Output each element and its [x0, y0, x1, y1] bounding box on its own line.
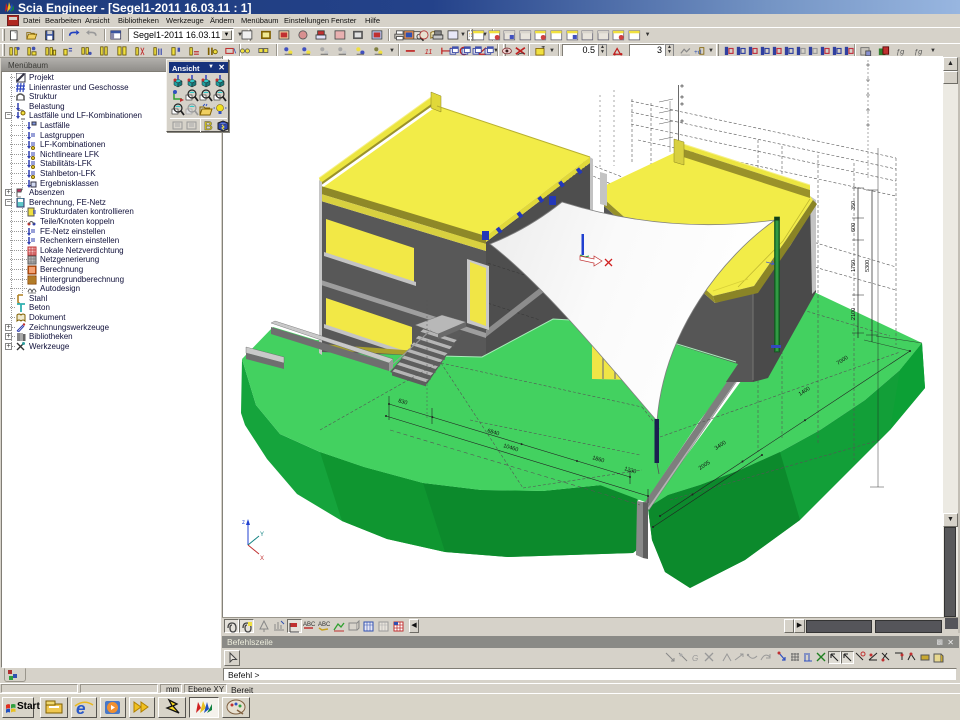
svg-text:B: B	[204, 119, 213, 132]
svg-text:X: X	[260, 556, 264, 562]
svg-text:2100: 2100	[851, 308, 857, 320]
svg-text:1750: 1750	[851, 260, 857, 272]
svg-text:ABC: ABC	[303, 622, 316, 628]
svg-text:ABC: ABC	[318, 622, 331, 628]
svg-text:ƒɡ: ƒɡ	[914, 47, 923, 56]
svg-text:ƒɡ: ƒɡ	[896, 47, 905, 56]
svg-text:5300: 5300	[865, 260, 871, 272]
svg-text:Y: Y	[260, 532, 264, 538]
svg-text:11: 11	[425, 47, 433, 56]
svg-text:z: z	[242, 520, 245, 526]
svg-text:350: 350	[851, 201, 857, 210]
svg-text:600: 600	[851, 223, 857, 232]
svg-text:G: G	[692, 654, 698, 663]
